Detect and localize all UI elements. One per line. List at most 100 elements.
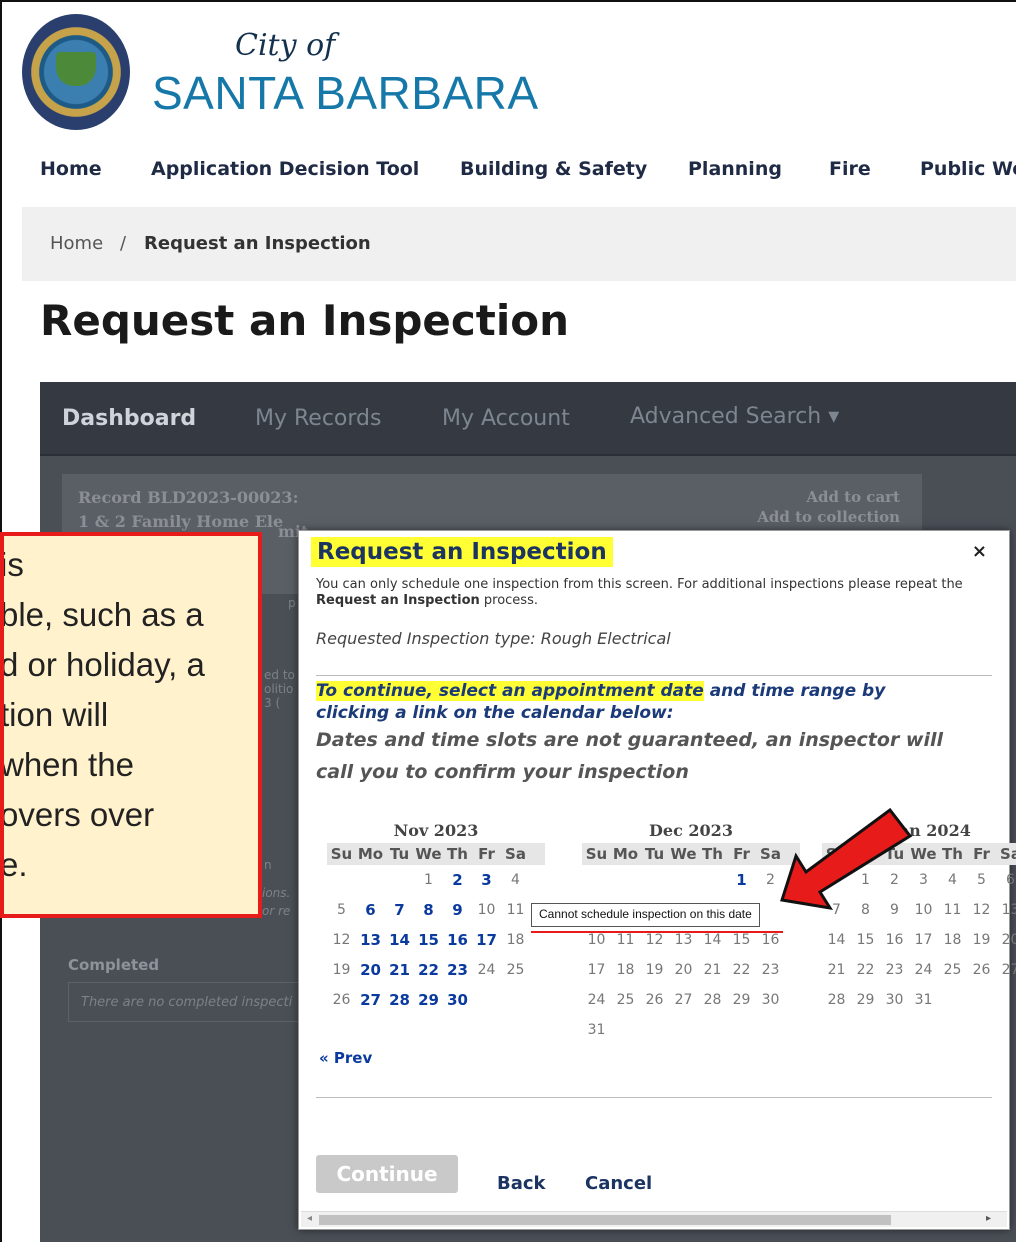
breadcrumb-home[interactable]: Home bbox=[50, 233, 103, 254]
add-to-cart-link[interactable]: Add to cart bbox=[806, 488, 900, 506]
calendar-day: 14 bbox=[703, 932, 722, 948]
tab-advanced-search[interactable]: Advanced Search ▾ bbox=[630, 404, 839, 429]
record-fragment: ions. bbox=[262, 886, 291, 900]
calendar-day[interactable]: 30 bbox=[443, 991, 472, 1009]
weekday-label: We bbox=[670, 845, 697, 863]
calendar-day[interactable]: 9 bbox=[443, 901, 472, 919]
calendar-day: 30 bbox=[761, 992, 780, 1008]
annotation-callout: is ble, such as a d or holiday, a tion w… bbox=[0, 532, 262, 918]
calendar-day[interactable]: 29 bbox=[414, 991, 443, 1009]
calendar-day: 26 bbox=[332, 992, 351, 1008]
calendar-day: 23 bbox=[761, 962, 780, 978]
seal-landscape-icon bbox=[56, 52, 96, 86]
calendar-day[interactable]: 23 bbox=[443, 961, 472, 979]
prev-month-link[interactable]: « Prev bbox=[319, 1049, 372, 1067]
note-tail: process. bbox=[479, 593, 538, 608]
calendar-day[interactable]: 7 bbox=[385, 901, 414, 919]
calendar-day: 24 bbox=[477, 962, 496, 978]
calendar-day: 5 bbox=[977, 872, 986, 888]
calendar-day: 22 bbox=[732, 962, 751, 978]
instruction: To continue, select an appointment date … bbox=[316, 681, 885, 701]
calendar-day[interactable]: 3 bbox=[472, 871, 501, 889]
calendar-day: 28 bbox=[827, 992, 846, 1008]
scrollbar-thumb[interactable] bbox=[319, 1215, 891, 1225]
calendar-days: 1 2 3 4 5 6 7 8 9 10 11 12 13 14 15 16 17 18 19 20 21 22 23 24 2… bbox=[327, 865, 545, 1015]
calendar-day: 29 bbox=[856, 992, 875, 1008]
calendar-day: 21 bbox=[703, 962, 722, 978]
nav-building-safety[interactable]: Building & Safety bbox=[460, 158, 647, 180]
calendar-day: 17 bbox=[587, 962, 606, 978]
tab-dashboard[interactable]: Dashboard bbox=[62, 406, 196, 431]
calendar-day[interactable]: 20 bbox=[356, 961, 385, 979]
calendar-day: 28 bbox=[703, 992, 722, 1008]
tab-my-account[interactable]: My Account bbox=[442, 406, 570, 431]
calendar-day: 10 bbox=[477, 902, 496, 918]
dialog-note: You can only schedule one inspection fro… bbox=[316, 577, 963, 592]
weekday-label: Fr bbox=[973, 845, 990, 863]
calendar-days: 1 2 10 11 12 13 14 15 16 17 18 19 20 21 22 23 24 25 26 27 28… bbox=[582, 865, 800, 1045]
portal-nav: Dashboard My Records My Account Advanced… bbox=[40, 382, 1016, 456]
note-bold: Request an Inspection bbox=[316, 593, 480, 608]
breadcrumb-separator: / bbox=[120, 233, 127, 254]
weekday-label: Fr bbox=[733, 845, 750, 863]
calendar-day[interactable]: 15 bbox=[414, 931, 443, 949]
calendar-day[interactable]: 22 bbox=[414, 961, 443, 979]
calendar-day[interactable]: 21 bbox=[385, 961, 414, 979]
calendar-day[interactable]: 16 bbox=[443, 931, 472, 949]
calendar-day: 11 bbox=[616, 932, 635, 948]
calendar-day[interactable]: 13 bbox=[356, 931, 385, 949]
calendar-day: 1 bbox=[424, 872, 433, 888]
scroll-left-icon[interactable]: ◂ bbox=[307, 1213, 312, 1224]
calendar-day: 19 bbox=[645, 962, 664, 978]
calendar-day: 30 bbox=[885, 992, 904, 1008]
calendar-day: 21 bbox=[827, 962, 846, 978]
calendar-day[interactable]: 27 bbox=[356, 991, 385, 1009]
calendar-day: 29 bbox=[732, 992, 751, 1008]
weekday-label: Tu bbox=[644, 845, 665, 863]
calendar-day: 4 bbox=[948, 872, 957, 888]
completed-empty-text: There are no completed inspecti bbox=[81, 995, 293, 1010]
calendar-day: 11 bbox=[506, 902, 525, 918]
instruction-rest: and time range by bbox=[703, 681, 886, 701]
city-seal-logo[interactable] bbox=[22, 14, 130, 130]
weekday-label: Mo bbox=[612, 845, 639, 863]
record-fragment: ed to bbox=[264, 668, 295, 682]
callout-line: tion will bbox=[0, 696, 109, 733]
add-to-collection-link[interactable]: Add to collection bbox=[757, 508, 900, 526]
calendar-day[interactable]: 8 bbox=[414, 901, 443, 919]
scroll-right-icon[interactable]: ▸ bbox=[986, 1213, 991, 1224]
inspection-type: Requested Inspection type: Rough Electri… bbox=[316, 629, 671, 648]
calendar-day[interactable]: 6 bbox=[356, 901, 385, 919]
calendar-day[interactable]: 14 bbox=[385, 931, 414, 949]
back-button[interactable]: Back bbox=[497, 1173, 546, 1194]
calendar-day[interactable]: 17 bbox=[472, 931, 501, 949]
calendar-day[interactable]: 28 bbox=[385, 991, 414, 1009]
calendar-weekday-header: SuMoTuWeThFrSa bbox=[582, 843, 800, 865]
callout-line: d or holiday, a bbox=[0, 646, 205, 683]
calendar-day[interactable]: 1 bbox=[727, 871, 756, 889]
weekday-label: We bbox=[415, 845, 442, 863]
calendar-day: 31 bbox=[587, 1022, 606, 1038]
horizontal-scrollbar[interactable]: ◂ ▸ bbox=[301, 1211, 1007, 1227]
nav-home[interactable]: Home bbox=[40, 158, 102, 180]
breadcrumb-current: Request an Inspection bbox=[144, 233, 371, 254]
tab-my-records[interactable]: My Records bbox=[255, 406, 381, 431]
nav-application-decision-tool[interactable]: Application Decision Tool bbox=[151, 158, 419, 180]
cancel-button[interactable]: Cancel bbox=[585, 1173, 652, 1194]
close-icon[interactable]: × bbox=[972, 541, 987, 562]
dialog-note-2: Request an Inspection process. bbox=[316, 593, 538, 608]
nav-public-works[interactable]: Public Wo bbox=[920, 158, 1016, 180]
disclaimer-2: call you to confirm your inspection bbox=[316, 761, 689, 783]
callout-line: ble, such as a bbox=[0, 596, 204, 633]
calendar-day: 13 bbox=[1001, 902, 1016, 918]
callout-line: e. bbox=[0, 846, 28, 883]
calendar-day[interactable]: 2 bbox=[443, 871, 472, 889]
dialog-title: Request an Inspection bbox=[311, 537, 613, 567]
calendar-day: 23 bbox=[885, 962, 904, 978]
nav-planning[interactable]: Planning bbox=[688, 158, 782, 180]
continue-button[interactable]: Continue bbox=[316, 1155, 458, 1193]
calendar-day: 18 bbox=[943, 932, 962, 948]
calendar-day: 14 bbox=[827, 932, 846, 948]
nav-fire[interactable]: Fire bbox=[829, 158, 871, 180]
calendar-day: 18 bbox=[616, 962, 635, 978]
